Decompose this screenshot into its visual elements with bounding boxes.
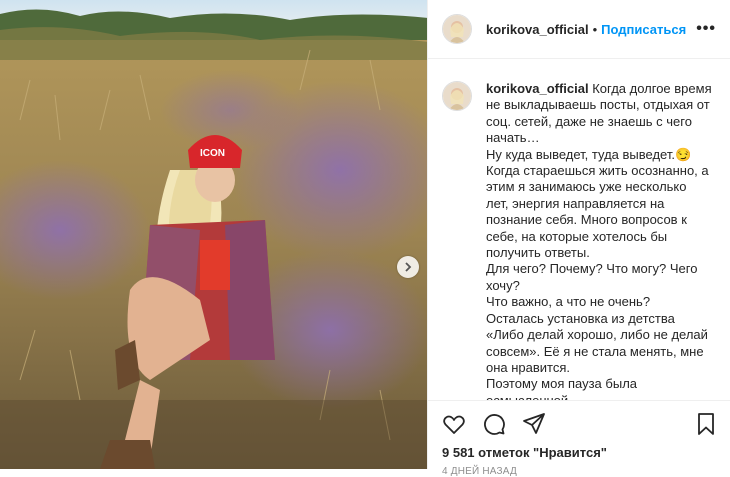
post-image: ICON	[0, 0, 427, 469]
heart-icon[interactable]	[442, 412, 466, 436]
caption-line: она нравится.	[486, 359, 571, 375]
caption-line: Когда стараешься жить осознанно, а	[486, 163, 709, 179]
svg-text:ICON: ICON	[200, 148, 225, 159]
caption-line: начать…	[486, 130, 540, 146]
post-header: korikova_official • Подписаться •••	[428, 0, 730, 59]
post-photo[interactable]: ICON	[0, 0, 427, 469]
caption-line: этим я занимаюсь уже несколько	[486, 179, 687, 195]
post-actions: 9 581 отметок "Нравится" 4 дней назад	[428, 400, 730, 477]
caption-line: «Либо делай хорошо, либо не делай	[486, 327, 708, 343]
next-photo-button[interactable]	[397, 256, 419, 278]
caption-line: не выкладываешь посты, отдыхая от	[486, 97, 710, 113]
separator-dot: •	[592, 21, 598, 37]
caption-line: совсем». Её я не стала менять, мне	[486, 343, 704, 359]
more-options-button[interactable]: •••	[696, 20, 716, 38]
caption-line: Осталась установка из детства	[486, 310, 675, 326]
avatar[interactable]	[442, 14, 472, 44]
post-view: ICON korikova_official • Подписаться •••…	[0, 0, 730, 477]
caption-line: хочу?	[486, 277, 520, 293]
caption-username[interactable]: korikova_official	[486, 81, 589, 96]
caption-line: себе, на которые хотелось бы	[486, 228, 668, 244]
caption-line: Ну куда выведет, туда выведет.😏	[486, 146, 692, 162]
caption-line: лет, энергия направляется на	[486, 195, 665, 211]
action-icons	[428, 401, 730, 439]
likes-count[interactable]: 9 581 отметок "Нравится"	[428, 439, 730, 460]
caption-line: Что важно, а что не очень?	[486, 294, 651, 310]
post-sidebar: korikova_official • Подписаться ••• kori…	[427, 0, 730, 477]
share-icon[interactable]	[522, 412, 546, 436]
caption-line: Для чего? Почему? Что могу? Чего	[486, 261, 698, 277]
caption-text: korikova_official Когда долгое время не …	[486, 81, 716, 409]
bookmark-icon[interactable]	[694, 412, 718, 436]
chevron-right-icon	[405, 262, 412, 272]
caption-line: Когда долгое время	[592, 81, 712, 96]
caption-line: Поэтому моя пауза была	[486, 376, 638, 392]
follow-button[interactable]: Подписаться	[601, 22, 686, 37]
comment-icon[interactable]	[482, 412, 506, 436]
caption-line: соц. сетей, даже не знаешь с чего	[486, 113, 692, 129]
caption-avatar[interactable]	[442, 81, 472, 111]
caption-line: познание себя. Много вопросов к	[486, 212, 687, 228]
caption-block: korikova_official Когда долгое время не …	[428, 59, 730, 409]
caption-line: получить ответы.	[486, 245, 590, 261]
username-link[interactable]: korikova_official	[486, 22, 589, 37]
